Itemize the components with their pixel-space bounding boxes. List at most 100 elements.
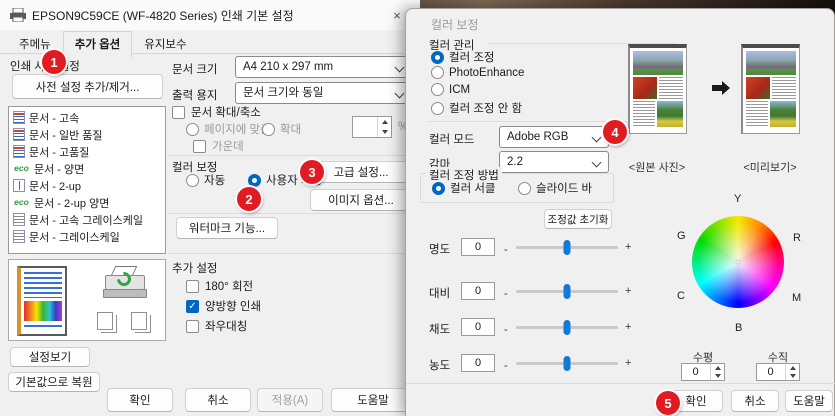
list-item[interactable]: 문서 - 고품질: [9, 143, 165, 160]
document-size-select[interactable]: A4 210 x 297 mm: [235, 56, 412, 78]
presets-list: 문서 - 고속 문서 - 일반 품질 문서 - 고품질 eco문서 - 양면 문…: [8, 106, 166, 254]
list-item[interactable]: 문서 - 일반 품질: [9, 126, 165, 143]
list-item[interactable]: 문서 - 고속: [9, 109, 165, 126]
annotation-badge-4: 4: [603, 120, 627, 144]
center-checkbox[interactable]: 가운데: [193, 138, 244, 154]
rotate-180-checkbox[interactable]: 180° 회전: [186, 278, 253, 294]
auto-radio[interactable]: 자동: [186, 172, 225, 188]
radio[interactable]: [262, 123, 275, 136]
watermark-features-button[interactable]: 워터마크 기능...: [176, 217, 278, 239]
checkbox[interactable]: [172, 106, 185, 119]
spin-up-icon[interactable]: [785, 364, 799, 372]
density-slider[interactable]: [516, 362, 618, 365]
wheel-label-b: B: [735, 322, 742, 334]
slider-thumb[interactable]: [564, 320, 571, 335]
text-line-graphic: [24, 325, 62, 327]
checkbox[interactable]: [186, 280, 199, 293]
radio[interactable]: [186, 123, 199, 136]
eco-icon: eco: [13, 196, 30, 209]
add-remove-presets-button[interactable]: 사전 설정 추가/제거...: [12, 74, 163, 99]
slider-thumb[interactable]: [564, 284, 571, 299]
reset-controls-button[interactable]: 조정값 초기화: [544, 209, 612, 229]
brightness-slider[interactable]: [516, 246, 618, 249]
tab-more-options[interactable]: 추가 옵션: [63, 31, 133, 58]
title-bar: EPSON9C59CE (WF-4820 Series) 인쇄 기본 설정 ×: [0, 0, 420, 30]
saturation-value[interactable]: 0: [461, 318, 495, 336]
ok-button[interactable]: 확인: [107, 388, 173, 412]
color-mode-select[interactable]: Adobe RGB: [499, 126, 609, 148]
checkbox[interactable]: [186, 320, 199, 333]
radio[interactable]: [186, 174, 199, 187]
radio-selected[interactable]: [431, 51, 444, 64]
zoom-to-radio[interactable]: 확대: [262, 121, 301, 137]
density-value[interactable]: 0: [461, 354, 495, 372]
spin-up-icon[interactable]: [377, 117, 391, 127]
radio-selected[interactable]: [432, 182, 445, 195]
list-item[interactable]: 문서 - 2-up: [9, 177, 165, 194]
plus-label: +: [625, 357, 631, 369]
zoom-percent-stepper[interactable]: [352, 116, 392, 138]
advanced-settings-button[interactable]: 고급 설정...: [310, 161, 412, 183]
color-circle-radio[interactable]: 컬러 서클: [432, 180, 496, 196]
fit-to-page-radio[interactable]: 페이지에 맞춤: [186, 121, 271, 137]
checkbox[interactable]: [193, 140, 206, 153]
two-up-icon: [13, 179, 25, 192]
wheel-label-y: Y: [734, 193, 741, 205]
saturation-slider[interactable]: [516, 326, 618, 329]
arrow-right-icon: [712, 85, 722, 91]
list-item[interactable]: 문서 - 그레이스케일: [9, 228, 165, 245]
contrast-value[interactable]: 0: [461, 282, 495, 300]
cancel-button[interactable]: 취소: [731, 390, 779, 412]
slider-thumb[interactable]: [564, 356, 571, 371]
slide-bar-radio[interactable]: 슬라이드 바: [518, 180, 592, 196]
output-paper-select[interactable]: 문서 크기와 동일: [235, 82, 412, 104]
spin-down-icon[interactable]: [710, 372, 724, 380]
restore-defaults-button[interactable]: 기본값으로 복원: [8, 372, 100, 392]
image-options-button[interactable]: 이미지 옵션...: [310, 189, 412, 211]
radio[interactable]: [431, 102, 444, 115]
spin-down-icon[interactable]: [377, 127, 391, 137]
radio[interactable]: [431, 66, 444, 79]
no-color-adjustment-radio[interactable]: 컬러 조정 안 함: [431, 100, 522, 116]
list-item[interactable]: 문서 - 고속 그레이스케일: [9, 211, 165, 228]
gamma-select[interactable]: 2.2: [499, 151, 609, 173]
brightness-value[interactable]: 0: [461, 238, 495, 256]
contrast-label: 대비: [429, 285, 450, 301]
help-button[interactable]: 도움말: [331, 388, 415, 412]
mirror-image-checkbox[interactable]: 좌우대칭: [186, 318, 247, 334]
show-settings-button[interactable]: 설정보기: [10, 347, 90, 367]
wheel-cursor: +: [692, 216, 784, 308]
color-controls-radio[interactable]: 컬러 조정: [431, 49, 495, 65]
annotation-badge-1: 1: [42, 50, 66, 74]
radio[interactable]: [431, 83, 444, 96]
window-title: EPSON9C59CE (WF-4820 Series) 인쇄 기본 설정: [32, 7, 294, 24]
list-item[interactable]: eco문서 - 2-up 양면: [9, 194, 165, 211]
radio-selected[interactable]: [248, 174, 261, 187]
preview-thumbnail: [741, 44, 800, 134]
chevron-down-icon: [592, 133, 602, 143]
slider-thumb[interactable]: [564, 240, 571, 255]
reduce-enlarge-checkbox[interactable]: 문서 확대/축소: [172, 104, 261, 120]
color-circle-control[interactable]: +: [692, 216, 784, 308]
document-preview-thumbnail: [17, 266, 67, 336]
density-label: 농도: [429, 357, 450, 373]
minus-label: -: [504, 244, 508, 256]
icm-radio[interactable]: ICM: [431, 83, 470, 96]
spin-up-icon[interactable]: [710, 364, 724, 372]
wheel-label-c: C: [677, 290, 685, 302]
contrast-slider[interactable]: [516, 290, 618, 293]
horizontal-stepper[interactable]: 0: [681, 363, 725, 381]
apply-button[interactable]: 적용(A): [257, 388, 323, 412]
help-button[interactable]: 도움말: [785, 390, 833, 412]
bidirectional-printing-checkbox[interactable]: ✓ 양방향 인쇄: [186, 298, 261, 314]
cancel-button[interactable]: 취소: [185, 388, 251, 412]
divider: [168, 213, 414, 214]
list-item[interactable]: eco문서 - 양면: [9, 160, 165, 177]
vertical-stepper[interactable]: 0: [756, 363, 800, 381]
tab-maintenance[interactable]: 유지보수: [132, 31, 198, 58]
saturation-slider-row: 채도 0 - +: [426, 317, 676, 339]
spin-down-icon[interactable]: [785, 372, 799, 380]
checkbox-checked[interactable]: ✓: [186, 300, 199, 313]
radio[interactable]: [518, 182, 531, 195]
photoenhance-radio[interactable]: PhotoEnhance: [431, 66, 524, 79]
